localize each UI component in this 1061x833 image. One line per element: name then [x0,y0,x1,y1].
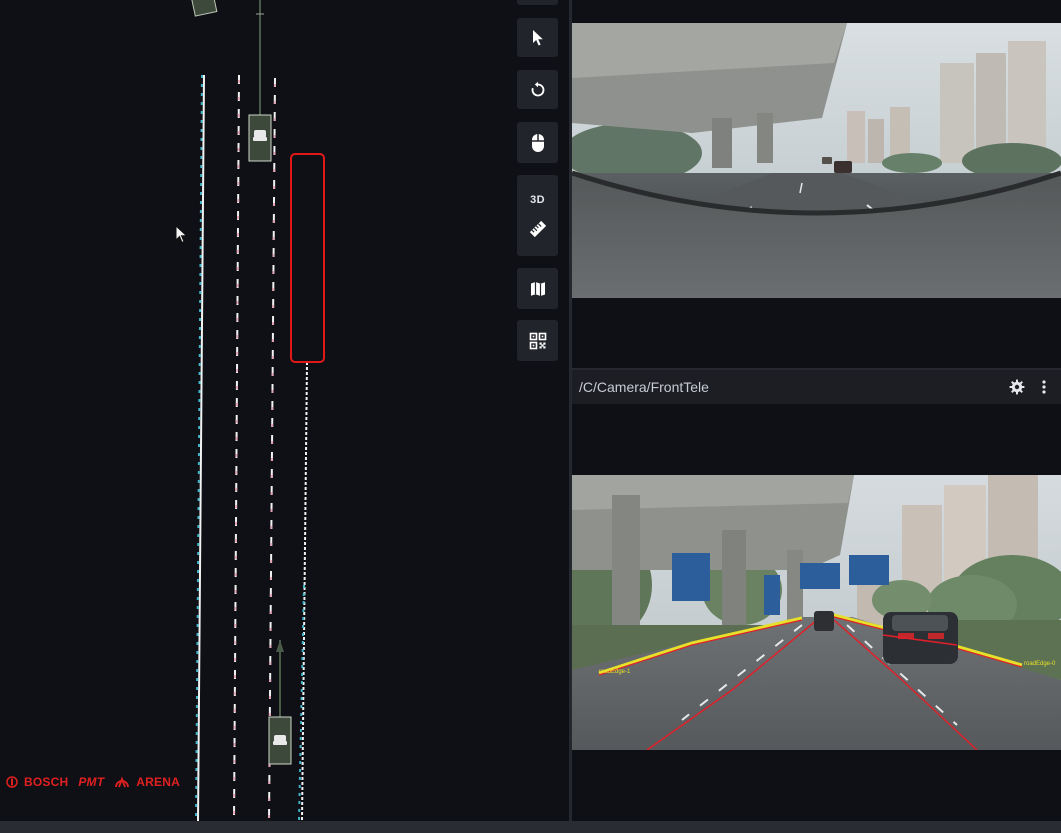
mouse-mode-button[interactable] [517,122,558,163]
bosch-logo-icon [6,776,18,788]
road-edge-left-label: roadEdge-1 [599,669,631,675]
reset-view-button[interactable] [517,70,558,109]
measure-3d-button[interactable]: 3D [517,175,558,256]
camera-panels: /C/Camera/FrontTele roadEdge-1 roadEdge-… [572,0,1061,821]
vehicle-marker-top [190,0,218,17]
vehicle-marker-3 [268,716,292,765]
more-vertical-icon[interactable] [1041,379,1047,395]
arena-logo-icon [115,776,130,788]
lane-map[interactable] [0,0,569,821]
brand-footer: BOSCH PMT ARENA [6,774,180,790]
qr-code-button[interactable] [517,320,558,361]
lane-line-right [301,361,308,821]
mouse-cursor-icon [175,225,188,244]
3d-view-panel[interactable]: BOSCH PMT ARENA 3D [0,0,569,821]
road-edge-right-label: roadEdge-0 [1024,661,1056,667]
toggle-3d-label[interactable]: 3D [530,194,545,206]
camera-image-front-wide[interactable] [572,23,1061,298]
highlight-box [290,153,325,363]
ruler-icon [529,220,546,237]
rotate-icon [531,81,544,96]
camera-image-front-tele[interactable]: roadEdge-1 roadEdge-0 [572,475,1061,750]
vehicle-marker-2 [248,114,272,162]
brand-pmt: PMT [78,775,105,789]
brand-arena: ARENA [136,775,180,789]
map-icon [530,281,545,296]
gear-icon[interactable] [1009,379,1025,395]
brand-bosch: BOSCH [24,775,69,789]
bottom-status-bar [0,821,1061,833]
select-tool-button[interactable] [517,18,558,57]
map-layer-button[interactable] [517,268,558,309]
pointer-icon [532,29,543,45]
toolbar-button-top-partial[interactable] [517,0,558,5]
mouse-icon [531,133,544,152]
lane-line-3 [268,77,276,821]
lane-line-left-outer [197,74,205,821]
camera-topic-title: /C/Camera/FrontTele [579,379,709,395]
camera-panel-header: /C/Camera/FrontTele [572,370,1061,404]
qr-code-icon [529,332,546,349]
